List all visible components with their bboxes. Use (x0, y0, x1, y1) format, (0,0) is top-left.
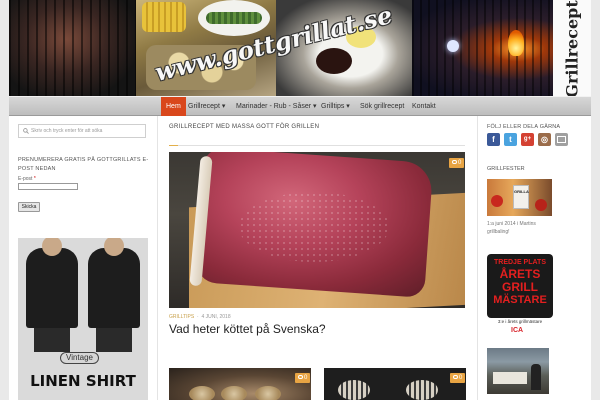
sidebar-photo[interactable] (487, 348, 549, 394)
grillfester-caption: 1:a juni 2014 i Martins grillbaling! (487, 221, 536, 235)
ad-model (88, 238, 140, 352)
site-side-title: Grillrecept (553, 0, 591, 98)
page-content: Skriv och tryck enter för att söka PRENU… (9, 116, 591, 400)
award-caption: 3:e i årets grillmästare (497, 319, 543, 324)
email-icon[interactable] (555, 133, 568, 146)
comment-count-badge[interactable]: 0 (449, 158, 465, 168)
ad-headline: LINEN SHIRT (30, 372, 136, 390)
search-icon (23, 128, 29, 134)
email-field[interactable] (18, 183, 78, 190)
search-input[interactable]: Skriv och tryck enter för att söka (18, 124, 146, 138)
follow-title: FÖLJ ELLER DELA GÄRNA (487, 124, 561, 130)
side-title-text: Grillrecept (562, 0, 582, 98)
ad-tagline: Vintage (60, 352, 99, 364)
nav-item-grillrecept[interactable]: Grillrecept ▾ (183, 97, 230, 116)
column-divider (477, 116, 478, 400)
nav-item-kontakt[interactable]: Kontakt (407, 97, 441, 116)
post-thumbnail[interactable] (324, 368, 466, 400)
post-title[interactable]: Vad heter köttet på Svenska? (169, 322, 326, 336)
award-badge[interactable]: TREDJE PLATS ÅRETS GRILL MÄSTARE (487, 254, 553, 318)
comment-icon (298, 375, 303, 379)
twitter-icon[interactable]: t (504, 133, 517, 146)
award-line: TREDJE PLATS (494, 259, 546, 266)
email-label: E-post * (18, 176, 36, 182)
main-navigation: Hem Grillrecept ▾ Marinader - Rub - Såse… (9, 96, 591, 116)
email-label-text: E-post (18, 176, 33, 182)
comment-count: 0 (304, 375, 308, 381)
award-line: ÅRETS (499, 267, 541, 281)
nav-item-sok-grillrecept[interactable]: Sök grillrecept (355, 97, 409, 116)
search-placeholder: Skriv och tryck enter för att söka (31, 128, 103, 134)
featured-post-image[interactable] (169, 152, 465, 308)
comment-count-badge[interactable]: 0 (450, 373, 466, 383)
grillfester-title: GRILLFESTER (487, 166, 525, 172)
award-line: GRILL (502, 280, 538, 294)
comment-count-badge[interactable]: 0 (295, 373, 311, 383)
grillfester-card-text: GRILLA (514, 189, 529, 194)
facebook-icon[interactable]: f (487, 133, 500, 146)
advertisement-linen-shirt[interactable]: Vintage LINEN SHIRT (18, 238, 148, 400)
section-heading: GRILLRECEPT MED MASSA GOTT FÖR GRILLEN (169, 124, 320, 130)
comment-icon (453, 375, 458, 379)
subscribe-title: PRENUMERERA GRATIS PÅ GOTTGRILLATS E-POS… (18, 157, 149, 172)
post-category[interactable]: GRILLTIPS (169, 314, 194, 320)
post-thumbnail[interactable] (169, 368, 311, 400)
comment-count: 0 (458, 160, 462, 166)
nav-item-grilltips[interactable]: Grilltips ▾ (316, 97, 355, 116)
nav-item-marinader[interactable]: Marinader - Rub - Såser ▾ (231, 97, 322, 116)
header-banner[interactable]: Grillrecept www.gottgrillat.se (9, 0, 591, 98)
banner-photo-grilled-meat (9, 0, 136, 98)
banner-photo-grill-fire (412, 0, 553, 98)
column-divider (157, 116, 158, 400)
google-plus-icon[interactable]: g+ (521, 133, 534, 146)
grillfester-image[interactable]: GRILLA (487, 179, 552, 216)
post-meta: GRILLTIPS · 4 JUNI, 2018 (169, 314, 231, 320)
ica-logo: ICA (511, 327, 524, 334)
instagram-icon[interactable]: ◎ (538, 133, 551, 146)
ad-model (26, 238, 78, 352)
comment-count: 0 (459, 375, 463, 381)
post-date: 4 JUNI, 2018 (201, 314, 231, 320)
comment-icon (452, 160, 457, 164)
award-line: MÄSTARE (493, 294, 547, 306)
subscribe-button[interactable]: Skicka (18, 202, 40, 212)
required-mark: * (33, 176, 36, 182)
section-divider (169, 145, 465, 146)
